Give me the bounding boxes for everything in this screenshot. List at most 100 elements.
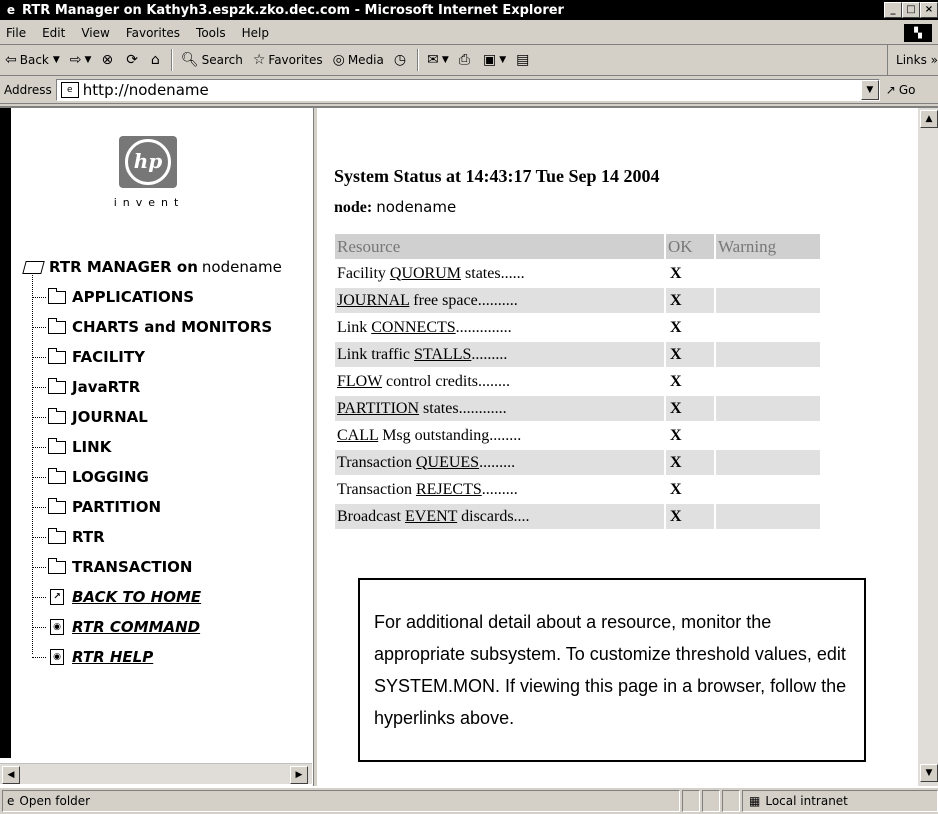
tree-item-partition[interactable]: PARTITION [32,497,161,516]
scroll-up-button[interactable]: ▲ [920,110,938,128]
ok-cell: X [666,288,714,313]
minimize-button[interactable]: _ [884,2,902,18]
security-zone: ▦ Local intranet [742,790,938,812]
resource-cell: CALL Msg outstanding........ [335,423,664,448]
resource-link-rejects[interactable]: REJECTS [416,481,482,498]
tree-item-label: APPLICATIONS [72,288,195,306]
menu-tools[interactable]: Tools [188,26,234,40]
address-dropdown-button[interactable]: ▼ [860,80,879,100]
window-title: RTR Manager on Kathyh3.espzk.zko.dec.com… [22,2,564,18]
tree-root[interactable]: RTR MANAGER on nodename [22,258,282,276]
resource-link-event[interactable]: EVENT [405,508,457,525]
info-note: For additional detail about a resource, … [358,578,866,762]
menu-view[interactable]: View [73,26,117,40]
media-button[interactable]: ◎ Media [328,48,389,72]
tree-link-label: RTR COMMAND [72,618,201,636]
tree-item-charts-and-monitors[interactable]: CHARTS and MONITORS [32,317,272,336]
status-cell [722,790,740,812]
links-button[interactable]: Links » [887,45,938,75]
scroll-right-button[interactable]: ▶ [290,766,308,784]
media-icon: ◎ [332,52,345,68]
resource-link-quorum[interactable]: QUORUM [390,265,461,282]
forward-button[interactable]: ⇨ ▼ [65,48,97,72]
resource-prefix: Facility [337,264,390,282]
edit-button[interactable]: ▣ ▼ [478,48,511,72]
stop-button[interactable]: ⊗ [96,48,121,72]
go-button[interactable]: ↗ Go [886,83,916,97]
tree-item-label: JavaRTR [72,378,141,396]
address-input[interactable]: e http://nodename ▼ [55,79,880,101]
warning-cell [716,423,820,448]
tree-link-back-to-home[interactable]: ↗ BACK TO HOME [32,588,201,606]
tree-item-journal[interactable]: JOURNAL [32,407,148,426]
print-button[interactable]: ⎙ [454,48,478,72]
search-button[interactable]: 🔍︎ Search [176,48,248,72]
tree-link-rtr-command[interactable]: ◉ RTR COMMAND [32,618,200,636]
ok-cell: X [666,504,714,529]
scroll-left-button[interactable]: ◀ [2,766,20,784]
discuss-icon: ▤ [516,52,530,68]
edit-icon: ▣ [482,52,497,68]
resource-suffix: discards.... [457,507,530,525]
table-row: FLOW control credits........ X [335,369,820,394]
refresh-button[interactable]: ⟳ [121,48,146,72]
history-icon: ◷ [393,52,407,68]
resource-link-flow[interactable]: FLOW [337,373,382,390]
resource-link-journal[interactable]: JOURNAL [337,292,409,309]
vertical-scrollbar[interactable]: ▲ ▼ [918,108,938,786]
mail-button[interactable]: ✉ ▼ [422,48,454,72]
tree-item-label: TRANSACTION [72,558,193,576]
tree-link-rtr-help[interactable]: ◉ RTR HELP [32,648,153,666]
resource-link-call[interactable]: CALL [337,427,378,444]
maximize-button[interactable]: □ [902,2,920,18]
resource-table: Resource OK Warning Facility QUORUM stat… [333,232,822,531]
resource-cell: Transaction QUEUES......... [335,450,664,475]
tree-item-applications[interactable]: APPLICATIONS [32,287,195,306]
back-button[interactable]: ⇦ Back ▼ [0,48,65,72]
resource-cell: PARTITION states............ [335,396,664,421]
resource-prefix: Link [337,318,372,336]
history-button[interactable]: ◷ [389,48,414,72]
folder-icon [48,527,66,544]
menu-file[interactable]: File [0,26,34,40]
page-link-icon: ◉ [50,649,64,665]
node-line: node: nodename [334,198,456,217]
folder-icon [48,287,66,304]
menu-edit[interactable]: Edit [34,26,73,40]
home-button[interactable]: ⌂ [146,48,168,72]
tree-item-javartr[interactable]: JavaRTR [32,377,141,396]
resource-cell: Link traffic STALLS......... [335,342,664,367]
tree-item-facility[interactable]: FACILITY [32,347,145,366]
tree-branch [32,446,46,448]
tree-item-rtr[interactable]: RTR [32,527,105,546]
table-row: CALL Msg outstanding........ X [335,423,820,448]
discuss-button[interactable]: ▤ [511,48,537,72]
tree-branch [32,296,46,298]
dropdown-icon: ▼ [441,55,449,65]
warning-cell [716,450,820,475]
menu-favorites[interactable]: Favorites [118,26,188,40]
resource-link-partition[interactable]: PARTITION [337,400,419,417]
resource-link-queues[interactable]: QUEUES [416,454,479,471]
tree-item-link[interactable]: LINK [32,437,111,456]
resource-link-connects[interactable]: CONNECTS [371,319,455,336]
close-button[interactable]: × [920,2,938,18]
tree-item-label: RTR [72,528,105,546]
menu-help[interactable]: Help [234,26,277,40]
back-arrow-icon: ⇦ [5,52,17,68]
favorites-button[interactable]: ☆ Favorites [248,48,328,72]
folder-icon [48,437,66,454]
media-label: Media [347,53,384,67]
tree-item-logging[interactable]: LOGGING [32,467,149,486]
warning-cell [716,342,820,367]
resource-suffix: .............. [455,318,512,336]
home-icon: ⌂ [150,52,160,68]
scroll-down-button[interactable]: ▼ [920,764,938,782]
resource-prefix: Link traffic [337,345,415,363]
resource-link-stalls[interactable]: STALLS [414,346,471,363]
status-text-area: e Open folder [2,790,680,812]
tree-item-transaction[interactable]: TRANSACTION [32,557,193,576]
stop-icon: ⊗ [101,52,114,68]
horizontal-scrollbar[interactable]: ◀ ▶ [0,763,312,784]
page-title: System Status at 14:43:17 Tue Sep 14 200… [334,166,660,186]
